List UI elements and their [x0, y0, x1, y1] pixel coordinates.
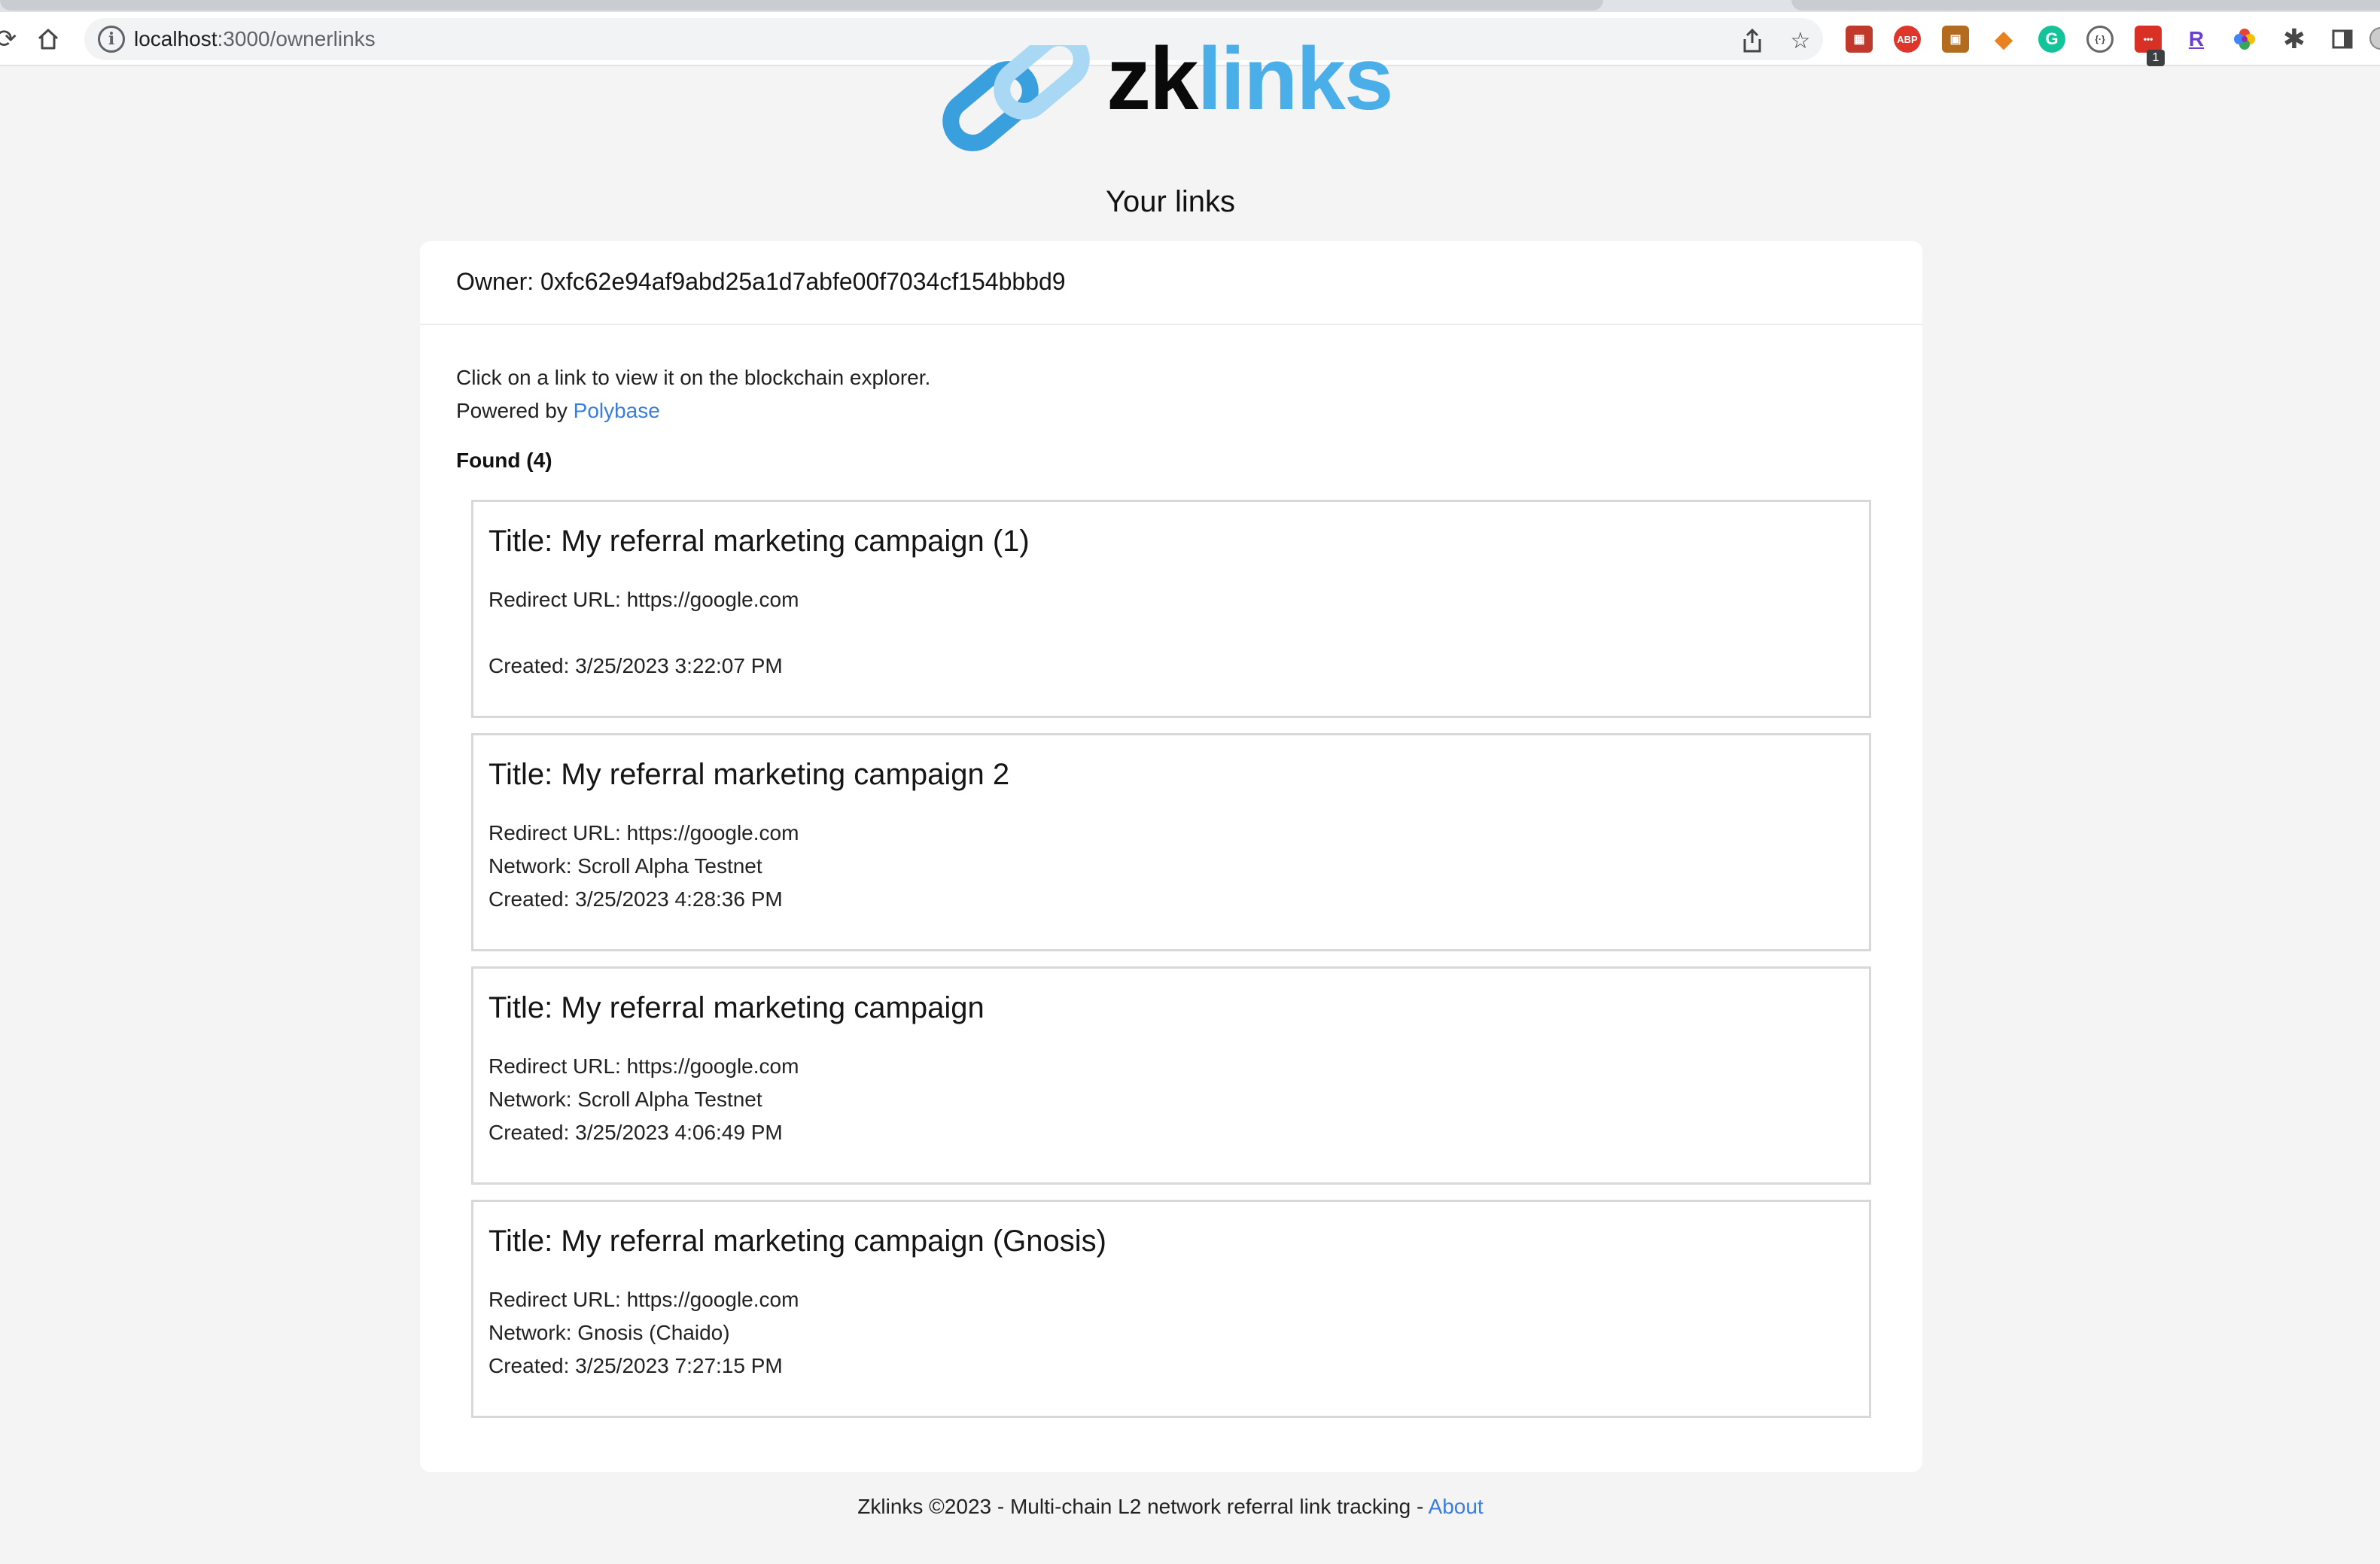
link-network: Network: Scroll Alpha Testnet: [488, 854, 762, 878]
link-created: Created: 3/25/2023 7:27:15 PM: [488, 1354, 783, 1377]
polybase-link[interactable]: Polybase: [574, 399, 660, 422]
grammarly-icon[interactable]: G: [2038, 26, 2065, 53]
link-redirect-url: Redirect URL: https://google.com: [488, 821, 799, 844]
url-text[interactable]: localhost:3000/ownerlinks: [134, 27, 376, 51]
link-card[interactable]: Title: My referral marketing campaign (G…: [471, 1200, 1871, 1418]
game-extension-icon[interactable]: ▦: [1846, 26, 1873, 53]
profile-avatar[interactable]: [2369, 27, 2380, 50]
link-title: Title: My referral marketing campaign 2: [488, 758, 1010, 791]
reload-icon[interactable]: ⟳: [0, 23, 23, 56]
link-title: Title: My referral marketing campaign: [488, 991, 985, 1024]
link-network: [488, 616, 799, 650]
link-created: Created: 3/25/2023 4:06:49 PM: [488, 1121, 783, 1144]
link-card[interactable]: Title: My referral marketing campaign (1…: [471, 500, 1871, 718]
owner-links-card: Owner: 0xfc62e94af9abd25a1d7abfe00f7034c…: [420, 241, 1922, 1472]
code-extension-icon[interactable]: {·}: [2086, 26, 2114, 53]
r-extension-icon[interactable]: R: [2183, 26, 2210, 53]
logo-text-links: links: [1197, 29, 1394, 129]
browser-tab[interactable]: [0, 0, 1603, 11]
home-icon[interactable]: [32, 23, 65, 56]
link-network: Network: Gnosis (Chaido): [488, 1321, 730, 1344]
color-wheel-icon[interactable]: [2231, 26, 2258, 53]
url-path: :3000/ownerlinks: [217, 27, 376, 50]
link-network: Network: Scroll Alpha Testnet: [488, 1088, 762, 1111]
footer: Zklinks ©2023 - Multi-chain L2 network r…: [0, 1495, 2341, 1519]
logo-text-zk: zk: [1106, 29, 1199, 129]
url-host: localhost: [134, 27, 218, 50]
page-title: Your links: [1106, 185, 1235, 218]
intro-text: Click on a link to view it on the blockc…: [456, 361, 930, 428]
card-header: Owner: 0xfc62e94af9abd25a1d7abfe00f7034c…: [420, 241, 1922, 325]
metamask-fox-icon[interactable]: ◆: [1990, 26, 2017, 53]
share-icon[interactable]: [1737, 26, 1767, 56]
footer-text: Zklinks ©2023 - Multi-chain L2 network r…: [857, 1495, 1429, 1518]
link-card[interactable]: Title: My referral marketing campaign 2 …: [471, 733, 1871, 951]
link-redirect-url: Redirect URL: https://google.com: [488, 1288, 799, 1311]
found-count: Found (4): [456, 449, 552, 472]
browser-tab-right[interactable]: [1791, 0, 2380, 11]
bookmark-star-icon[interactable]: ☆: [1785, 26, 1815, 56]
link-title: Title: My referral marketing campaign (1…: [488, 525, 1030, 558]
link-created: Created: 3/25/2023 4:28:36 PM: [488, 887, 783, 911]
link-redirect-url: Redirect URL: https://google.com: [488, 1054, 799, 1078]
about-link[interactable]: About: [1429, 1495, 1484, 1518]
todo-extension-icon[interactable]: •••: [2135, 26, 2162, 53]
link-title: Title: My referral marketing campaign (G…: [488, 1225, 1106, 1258]
link-card[interactable]: Title: My referral marketing campaign Re…: [471, 966, 1871, 1185]
link-redirect-url: Redirect URL: https://google.com: [488, 588, 799, 611]
powered-by-prefix: Powered by: [456, 399, 574, 422]
side-panel-icon[interactable]: [2326, 23, 2359, 56]
intro-line: Click on a link to view it on the blockc…: [456, 366, 931, 389]
powered-by: Powered by Polybase: [456, 394, 930, 428]
site-info-icon[interactable]: i: [98, 26, 125, 53]
cardboard-extension-icon[interactable]: ▣: [1942, 26, 1969, 53]
adblock-plus-icon[interactable]: ABP: [1894, 26, 1921, 53]
tab-strip: [0, 0, 2380, 12]
logo-wordmark: zklinks: [1106, 35, 1394, 123]
extension-badge: 1: [2147, 50, 2165, 66]
owner-address: Owner: 0xfc62e94af9abd25a1d7abfe00f7034c…: [456, 268, 1066, 295]
link-created: Created: 3/25/2023 3:22:07 PM: [488, 654, 783, 677]
extensions-puzzle-icon[interactable]: ✱: [2278, 23, 2311, 56]
